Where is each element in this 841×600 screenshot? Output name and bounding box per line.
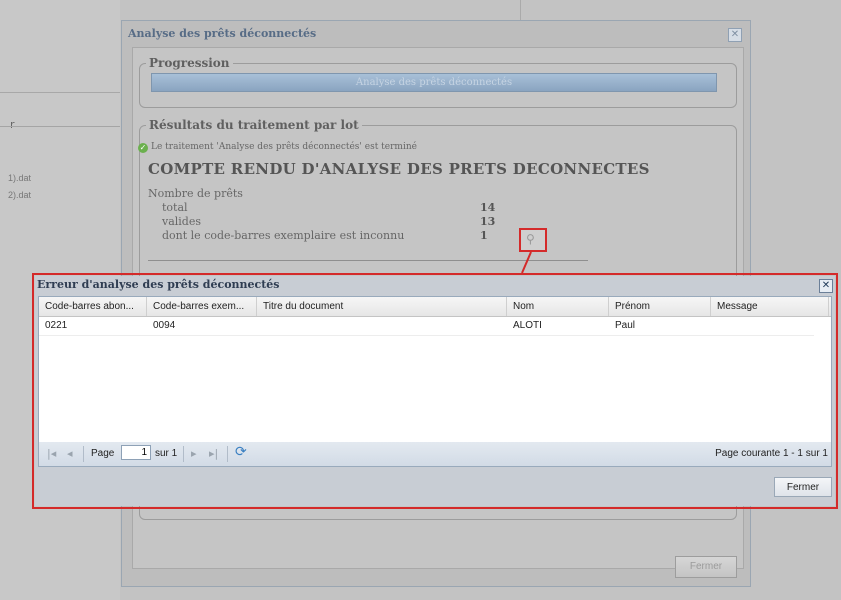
column-header[interactable]: Nom: [507, 297, 609, 316]
close-button[interactable]: Fermer: [675, 556, 737, 578]
table-cell: 0094: [153, 320, 176, 331]
column-header[interactable]: Prénom: [609, 297, 711, 316]
divider: [148, 260, 588, 261]
error-window-title: Erreur d'analyse des prêts déconnectés: [37, 278, 280, 291]
report-title: COMPTE RENDU D'ANALYSE DES PRETS DECONNE…: [148, 160, 650, 178]
column-header[interactable]: Titre du document: [257, 297, 507, 316]
divider: [183, 446, 184, 462]
report-row-value: 13: [480, 215, 496, 228]
divider: [0, 126, 120, 127]
grid-header: Code-barres abon... Code-barres exem... …: [39, 297, 831, 317]
check-icon: ✓: [138, 143, 148, 153]
error-grid: Code-barres abon... Code-barres exem... …: [38, 296, 832, 444]
column-header[interactable]: Message: [711, 297, 829, 316]
close-icon[interactable]: ✕: [728, 28, 742, 42]
report-row-value: 14: [480, 201, 496, 214]
background-file-item: 1).dat: [8, 173, 32, 183]
previous-page-icon[interactable]: ◂: [67, 447, 73, 460]
report-row-label: dont le code-barres exemplaire est incon…: [162, 229, 405, 242]
report-row-label: total: [162, 201, 188, 214]
report-row-value: 1: [480, 229, 488, 242]
last-page-icon[interactable]: ▸|: [209, 447, 218, 460]
table-cell: Paul: [615, 320, 636, 331]
table-cell: 0221: [45, 320, 68, 331]
progress-legend: Progression: [149, 56, 230, 70]
page-label: Page: [91, 448, 115, 459]
table-cell: [711, 317, 829, 335]
divider: [227, 446, 228, 462]
column-header[interactable]: Code-barres exem...: [147, 297, 257, 316]
error-window: Erreur d'analyse des prêts déconnectés ✕…: [35, 276, 835, 506]
table-row[interactable]: 0221 0094 ALOTI Paul: [39, 317, 814, 336]
column-header[interactable]: Code-barres abon...: [39, 297, 147, 316]
pagination-toolbar: |◂ ◂ Page 1 sur 1 ▸ ▸| ⟳ Page courante 1…: [38, 442, 832, 467]
progress-bar: Analyse des prêts déconnectés: [151, 73, 717, 92]
results-legend: Résultats du traitement par lot: [149, 118, 359, 132]
refresh-icon[interactable]: ⟳: [235, 444, 247, 460]
dialog-title: Analyse des prêts déconnectés: [128, 27, 317, 40]
divider: [0, 92, 120, 93]
page-status: Page courante 1 - 1 sur 1: [715, 448, 828, 459]
background-file-item: 2).dat: [8, 190, 32, 200]
divider: [520, 0, 521, 20]
close-button[interactable]: Fermer: [774, 477, 832, 497]
search-icon: ⚲: [526, 232, 535, 246]
table-cell: ALOTI: [513, 320, 542, 331]
report-row-label: valides: [162, 215, 202, 228]
page-total-label: sur 1: [155, 448, 178, 459]
close-icon[interactable]: ✕: [819, 279, 833, 293]
status-message: ✓ Le traitement 'Analyse des prêts déconn…: [138, 142, 417, 153]
details-button[interactable]: ⚲: [519, 228, 547, 252]
next-page-icon[interactable]: ▸: [191, 447, 197, 460]
status-text: Le traitement 'Analyse des prêts déconne…: [151, 142, 417, 152]
page-number-input[interactable]: 1: [121, 445, 151, 460]
first-page-icon[interactable]: |◂: [47, 447, 56, 460]
report-subtitle: Nombre de prêts: [148, 187, 243, 200]
divider: [83, 446, 84, 462]
table-cell: [257, 317, 507, 335]
background-header: r: [10, 118, 15, 131]
